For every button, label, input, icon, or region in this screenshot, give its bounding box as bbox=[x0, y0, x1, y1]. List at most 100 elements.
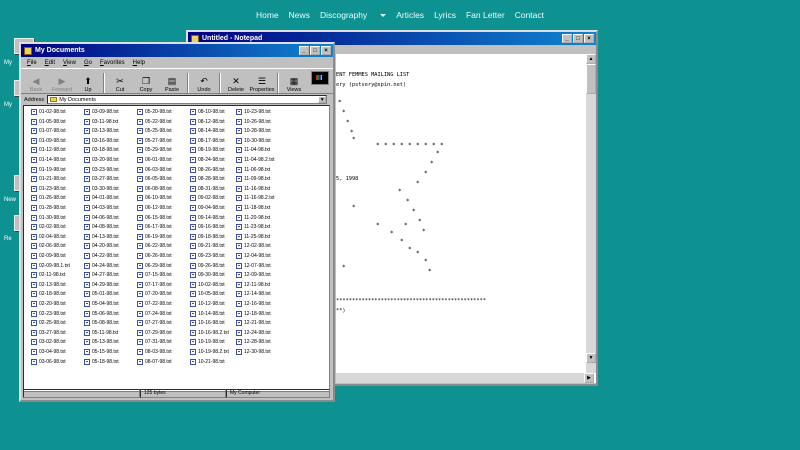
file-item[interactable]: 02-11-98.txt bbox=[31, 272, 65, 279]
file-item[interactable]: 01-28-98.txt bbox=[31, 205, 66, 211]
menu-favorites[interactable]: Favorites bbox=[100, 60, 125, 66]
notepad-text-area[interactable]: ENT FEMMES MAILING LIST ery (pstvery@spi… bbox=[336, 54, 584, 373]
vertical-scrollbar[interactable]: ▲ ▼ bbox=[586, 54, 596, 373]
file-item[interactable]: 06-10-98.txt bbox=[137, 195, 172, 202]
file-item[interactable]: 03-13-98.txt bbox=[84, 128, 119, 135]
file-item[interactable]: 10-12-98.txt bbox=[190, 301, 225, 307]
file-item[interactable]: 01-12-98.txt bbox=[31, 147, 66, 154]
file-item[interactable]: 09-21-98.txt bbox=[190, 243, 225, 250]
undo-button[interactable]: ↶ Undo bbox=[191, 76, 217, 93]
file-item[interactable]: 05-11-98.txt bbox=[84, 329, 118, 336]
file-item[interactable]: 03-04-98.txt bbox=[31, 349, 66, 355]
file-item[interactable]: 05-04-98.txt bbox=[84, 301, 119, 307]
file-item[interactable]: 12-11-98.txt bbox=[236, 281, 270, 288]
file-item[interactable]: 08-12-98.txt bbox=[190, 118, 225, 125]
file-item[interactable]: 09-23-98.txt bbox=[190, 253, 225, 259]
delete-button[interactable]: ✕ Delete bbox=[223, 76, 249, 93]
file-item[interactable]: 07-29-98.txt bbox=[137, 329, 172, 336]
maximize-button[interactable]: □ bbox=[573, 34, 583, 43]
file-item[interactable]: 10-28-98.txt bbox=[236, 128, 271, 135]
file-item[interactable]: 03-18-98.txt bbox=[84, 147, 119, 154]
minimize-button[interactable]: _ bbox=[562, 34, 572, 43]
file-item[interactable]: 05-15-98.txt bbox=[84, 349, 119, 355]
file-item[interactable]: 05-25-98.txt bbox=[137, 128, 172, 135]
file-item[interactable]: 08-24-98.txt bbox=[190, 157, 225, 163]
file-item[interactable]: 02-09-98.1.txt bbox=[31, 262, 70, 269]
file-item[interactable]: 08-03-98.txt bbox=[137, 349, 172, 355]
file-item[interactable]: 04-03-98.txt bbox=[84, 205, 119, 211]
close-button[interactable]: × bbox=[321, 46, 331, 55]
nav-item-discography[interactable]: Discography bbox=[320, 10, 367, 20]
address-dropdown-button[interactable]: ▼ bbox=[318, 96, 327, 103]
menu-view[interactable]: View bbox=[63, 60, 76, 66]
file-item[interactable]: 07-22-98.txt bbox=[137, 301, 172, 307]
file-item[interactable]: 06-22-98.txt bbox=[137, 243, 172, 250]
file-item[interactable]: 03-27-98.txt bbox=[31, 329, 66, 336]
file-item[interactable]: 12-21-98.txt bbox=[236, 320, 271, 327]
file-item[interactable]: 09-14-98.txt bbox=[190, 214, 225, 221]
file-item[interactable]: 01-05-98.txt bbox=[31, 118, 66, 125]
file-item[interactable]: 02-02-98.txt bbox=[31, 224, 66, 231]
file-item[interactable]: 01-23-98.txt bbox=[31, 185, 66, 192]
file-item[interactable]: 11-23-98.txt bbox=[236, 224, 270, 231]
file-item[interactable]: 06-29-98.txt bbox=[137, 262, 172, 269]
menu-go[interactable]: Go bbox=[84, 60, 92, 66]
file-item[interactable]: 11-04-98.2.txt bbox=[236, 157, 274, 163]
file-item[interactable]: 01-09-98.txt bbox=[31, 137, 66, 144]
file-item[interactable]: 10-19-98.txt bbox=[190, 339, 225, 346]
file-item[interactable]: 07-31-98.txt bbox=[137, 339, 172, 346]
file-item[interactable]: 05-20-98.txt bbox=[137, 109, 172, 115]
file-item[interactable]: 02-04-98.txt bbox=[31, 233, 66, 240]
file-item[interactable]: 05-27-98.txt bbox=[137, 137, 172, 144]
file-item[interactable]: 07-20-98.txt bbox=[137, 291, 172, 298]
explorer-titlebar[interactable]: My Documents _ □ × bbox=[21, 44, 333, 57]
file-item[interactable]: 07-17-98.txt bbox=[137, 281, 172, 288]
file-item[interactable]: 02-13-98.txt bbox=[31, 281, 66, 288]
file-item[interactable]: 08-26-98.txt bbox=[190, 166, 225, 173]
file-item[interactable]: 05-06-98.txt bbox=[84, 310, 119, 317]
file-item[interactable]: 06-12-98.txt bbox=[137, 205, 172, 211]
nav-item-lyrics[interactable]: Lyrics bbox=[434, 10, 456, 20]
file-item[interactable]: 10-21-98.txt bbox=[190, 358, 225, 365]
menu-help[interactable]: Help bbox=[133, 60, 145, 66]
file-item[interactable]: 10-16-98.2.txt bbox=[190, 329, 229, 336]
file-item[interactable]: 01-26-98.txt bbox=[31, 195, 66, 202]
file-item[interactable]: 11-06-98.txt bbox=[236, 166, 270, 173]
file-item[interactable]: 11-09-98.txt bbox=[236, 176, 270, 183]
file-item[interactable]: 05-22-98.txt bbox=[137, 118, 172, 125]
file-item[interactable]: 10-19-98.2.txt bbox=[190, 349, 229, 355]
file-item[interactable]: 10-30-98.txt bbox=[236, 137, 271, 144]
file-item[interactable]: 05-18-98.txt bbox=[84, 358, 119, 365]
file-item[interactable]: 07-27-98.txt bbox=[137, 320, 172, 327]
file-item[interactable]: 01-02-98.txt bbox=[31, 109, 66, 115]
file-item[interactable]: 02-09-98.txt bbox=[31, 253, 66, 259]
file-item[interactable]: 11-25-98.txt bbox=[236, 233, 270, 240]
properties-button[interactable]: ☰ Properties bbox=[249, 76, 275, 93]
file-item[interactable]: 03-16-98.txt bbox=[84, 137, 119, 144]
cut-button[interactable]: ✂ Cut bbox=[107, 76, 133, 93]
maximize-button[interactable]: □ bbox=[310, 46, 320, 55]
file-item[interactable]: 04-29-98.txt bbox=[84, 281, 119, 288]
file-item[interactable]: 08-17-98.txt bbox=[190, 137, 225, 144]
file-item[interactable]: 03-09-98.txt bbox=[84, 109, 119, 115]
file-item[interactable]: 12-04-98.txt bbox=[236, 253, 271, 259]
file-item[interactable]: 09-16-98.txt bbox=[190, 224, 225, 231]
file-item[interactable]: 12-07-98.txt bbox=[236, 262, 271, 269]
file-item[interactable]: 12-18-98.txt bbox=[236, 310, 271, 317]
file-item[interactable]: 09-30-98.txt bbox=[190, 272, 225, 279]
file-item[interactable]: 11-16-98.txt bbox=[236, 185, 270, 192]
scroll-up-button[interactable]: ▲ bbox=[586, 54, 596, 64]
copy-button[interactable]: ❐ Copy bbox=[133, 76, 159, 93]
file-item[interactable]: 04-13-98.txt bbox=[84, 233, 119, 240]
file-item[interactable]: 02-06-98.txt bbox=[31, 243, 66, 250]
file-item[interactable]: 01-07-98.txt bbox=[31, 128, 66, 135]
file-list[interactable]: 01-02-98.txt 01-05-98.txt 01-07-98.txt 01-0… bbox=[23, 105, 330, 392]
file-item[interactable]: 03-23-98.txt bbox=[84, 166, 119, 173]
file-item[interactable]: 06-05-98.txt bbox=[137, 176, 172, 183]
nav-item-contact[interactable]: Contact bbox=[515, 10, 544, 20]
file-item[interactable]: 03-30-98.txt bbox=[84, 185, 119, 192]
file-item[interactable]: 05-13-98.txt bbox=[84, 339, 119, 346]
file-item[interactable]: 10-16-98.txt bbox=[190, 320, 225, 327]
file-item[interactable]: 12-28-98.txt bbox=[236, 339, 271, 346]
file-item[interactable]: 10-26-98.txt bbox=[236, 118, 271, 125]
